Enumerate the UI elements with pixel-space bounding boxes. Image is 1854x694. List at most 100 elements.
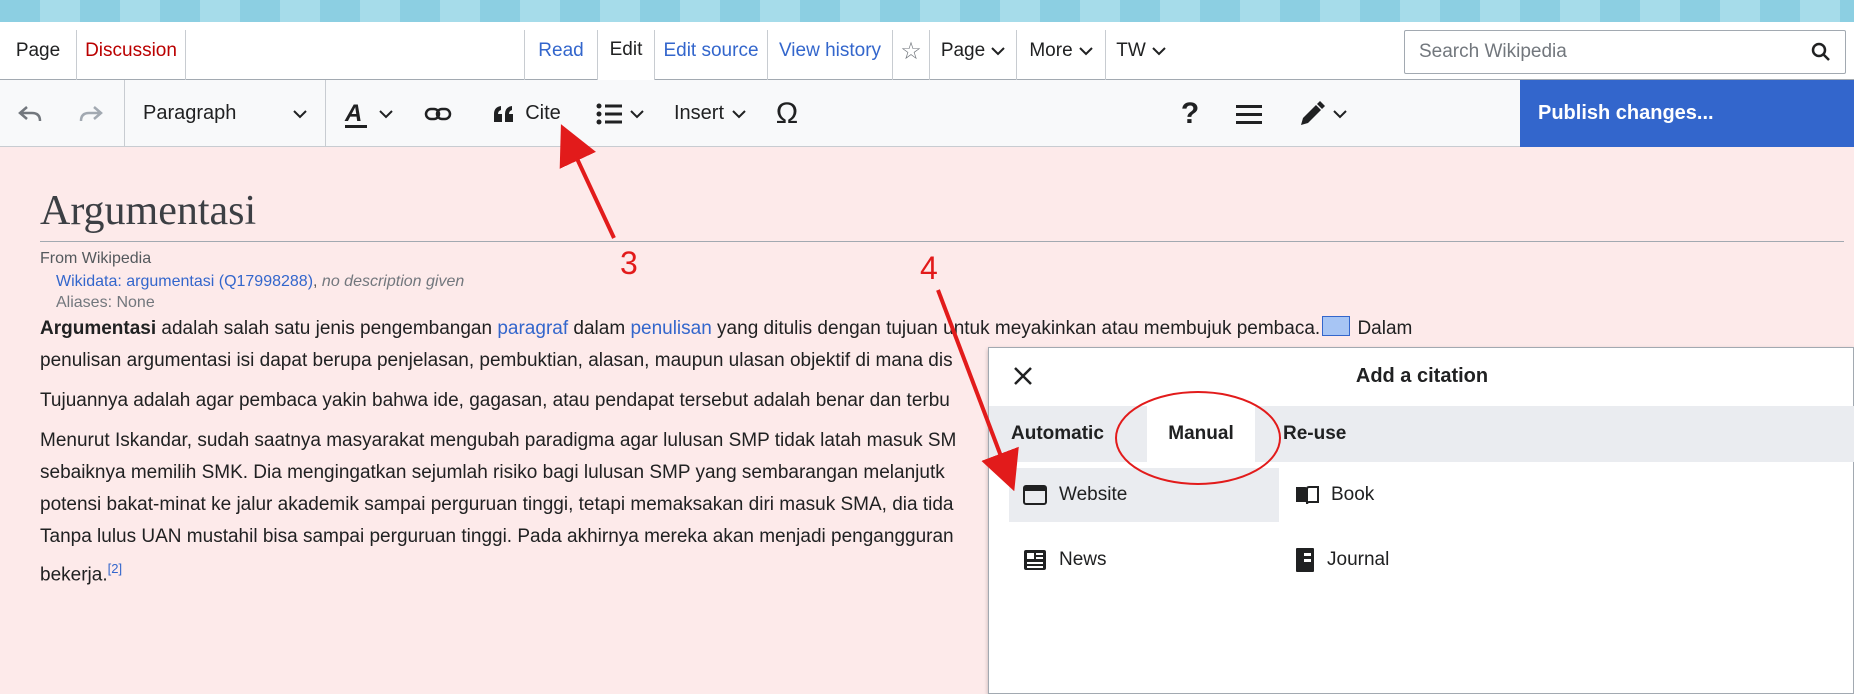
- twinkle-menu-dropdown[interactable]: TW: [1106, 22, 1176, 80]
- tab-page-label: Page: [15, 40, 61, 61]
- paragraph-format-label: Paragraph: [143, 102, 237, 124]
- chevron-down-icon: [293, 109, 307, 118]
- add-citation-dialog: Add a citation Automatic Manual Re-use W…: [988, 347, 1854, 694]
- editor-toolbar: Paragraph A Cite Insert Ω ? Publish chan…: [0, 80, 1854, 147]
- svg-text:A: A: [344, 100, 362, 127]
- search-box: [1404, 30, 1846, 74]
- citation-type-book[interactable]: Book: [1281, 468, 1551, 522]
- paragraph-2: Tujuannya adalah agar pembaca yakin bahw…: [40, 390, 950, 411]
- help-icon: ?: [1180, 96, 1200, 130]
- cite-button[interactable]: Cite: [474, 80, 580, 147]
- page-menu-label: Page: [940, 40, 986, 61]
- tab-page[interactable]: Page: [0, 22, 76, 80]
- page-menu-dropdown[interactable]: Page: [930, 22, 1016, 80]
- text-run: adalah salah satu jenis pengembangan: [156, 318, 498, 339]
- book-icon: [1296, 486, 1319, 505]
- paragraph-3-line-1: Menurut Iskandar, sudah saatnya masyarak…: [40, 430, 957, 451]
- paragraph-1-line-2: penulisan argumentasi isi dapat berupa p…: [40, 350, 953, 371]
- wikidata-separator: ,: [313, 273, 322, 290]
- citation-placeholder-marker[interactable]: [1322, 316, 1351, 336]
- paragraph-3-line-5: bekerja.[2]: [40, 553, 122, 591]
- search-icon[interactable]: [1811, 42, 1831, 62]
- cite-label: Cite: [525, 102, 561, 124]
- link-paragraf[interactable]: paragraf: [497, 318, 568, 339]
- wikidata-link[interactable]: Wikidata: argumentasi (Q17998288): [56, 273, 313, 290]
- search-input[interactable]: [1405, 32, 1785, 72]
- tab-automatic-label: Automatic: [1011, 423, 1104, 444]
- text-style-icon: A: [344, 100, 367, 128]
- link-icon: [424, 107, 452, 120]
- tab-edit-source[interactable]: Edit source: [655, 22, 767, 80]
- text-run: dalam: [568, 318, 631, 339]
- chevron-down-icon: [630, 109, 644, 118]
- citation-type-website-label: Website: [1059, 484, 1128, 505]
- insert-label: Insert: [673, 102, 725, 124]
- chevron-down-icon: [379, 109, 393, 118]
- tab-read[interactable]: Read: [525, 22, 597, 80]
- dialog-header: Add a citation: [989, 348, 1854, 406]
- tab-edit[interactable]: Edit: [598, 22, 654, 80]
- tab-divider: [185, 30, 186, 80]
- publish-changes-label: Publish changes...: [1538, 102, 1714, 124]
- paragraph-1-line-1: Argumentasi adalah salah satu jenis peng…: [40, 313, 1412, 345]
- help-button[interactable]: ?: [1166, 80, 1214, 147]
- paragraph-3-line-3: potensi bakat-minat ke jalur akademik sa…: [40, 494, 954, 515]
- tab-manual-label: Manual: [1168, 423, 1234, 444]
- citation-type-journal[interactable]: Journal: [1281, 533, 1551, 587]
- star-icon: ☆: [900, 37, 922, 65]
- annotation-label-3: 3: [620, 245, 638, 281]
- editing-mode-dropdown[interactable]: [1282, 80, 1364, 147]
- redo-button[interactable]: [60, 80, 122, 147]
- link-penulisan[interactable]: penulisan: [630, 318, 711, 339]
- publish-changes-button[interactable]: Publish changes...: [1520, 80, 1854, 147]
- tab-manual[interactable]: Manual: [1147, 406, 1255, 462]
- tab-read-label: Read: [538, 40, 584, 61]
- more-menu-dropdown[interactable]: More: [1017, 22, 1105, 80]
- list-dropdown[interactable]: [584, 80, 656, 147]
- citation-type-news-label: News: [1059, 549, 1107, 570]
- more-menu-label: More: [1029, 40, 1073, 61]
- tab-discussion[interactable]: Discussion: [77, 22, 185, 80]
- page-options-menu-button[interactable]: [1222, 80, 1276, 147]
- menu-icon: [1236, 104, 1262, 124]
- citation-type-website[interactable]: Website: [1009, 468, 1279, 522]
- chevron-down-icon: [732, 109, 746, 118]
- bulleted-list-icon: [596, 103, 622, 124]
- dialog-title: Add a citation: [1355, 365, 1489, 387]
- journal-icon: [1296, 548, 1314, 572]
- paragraph-3-line-4: Tanpa lulus UAN mustahil bisa sampai per…: [40, 526, 954, 547]
- wikidata-description: Wikidata: argumentasi (Q17998288), no de…: [56, 273, 464, 291]
- redo-icon: [79, 105, 103, 121]
- title-divider: [40, 241, 1844, 242]
- omega-icon: Ω: [775, 96, 799, 130]
- chevron-down-icon: [1333, 109, 1347, 118]
- insert-dropdown[interactable]: Insert: [662, 80, 758, 147]
- text-run: bekerja.: [40, 564, 108, 586]
- citation-type-journal-label: Journal: [1327, 549, 1390, 570]
- page-tabs-bar: Page Discussion Read Edit Edit source Vi…: [0, 22, 1854, 80]
- pencil-icon: [1301, 100, 1325, 125]
- text-run: Dalam: [1352, 318, 1413, 339]
- watch-star-button[interactable]: ☆: [893, 22, 929, 80]
- tab-discussion-label: Discussion: [85, 40, 177, 61]
- undo-icon: [18, 105, 42, 121]
- tab-reuse[interactable]: Re-use: [1283, 406, 1346, 462]
- undo-button[interactable]: [0, 80, 60, 147]
- reference-link[interactable]: [2]: [108, 561, 122, 576]
- tab-automatic[interactable]: Automatic: [1011, 406, 1104, 462]
- dialog-tab-bar: Automatic Manual Re-use: [989, 406, 1854, 462]
- newspaper-icon: [1024, 550, 1046, 570]
- chevron-down-icon: [991, 47, 1005, 56]
- link-button[interactable]: [410, 80, 466, 147]
- wikidata-desc: no description given: [321, 273, 465, 290]
- special-character-button[interactable]: Ω: [762, 80, 812, 147]
- text-style-dropdown[interactable]: A: [330, 80, 406, 147]
- text-run: yang ditulis dengan tujuan untuk meyakin…: [711, 318, 1321, 339]
- tab-view-history[interactable]: View history: [768, 22, 892, 80]
- paragraph-format-dropdown[interactable]: Paragraph: [125, 80, 325, 147]
- citation-type-news[interactable]: News: [1009, 533, 1279, 587]
- annotation-label-4: 4: [920, 250, 938, 286]
- paragraph-3-line-2: sebaiknya memilih SMK. Dia mengingatkan …: [40, 462, 945, 483]
- tab-edit-source-label: Edit source: [663, 40, 759, 61]
- chevron-down-icon: [1152, 47, 1166, 56]
